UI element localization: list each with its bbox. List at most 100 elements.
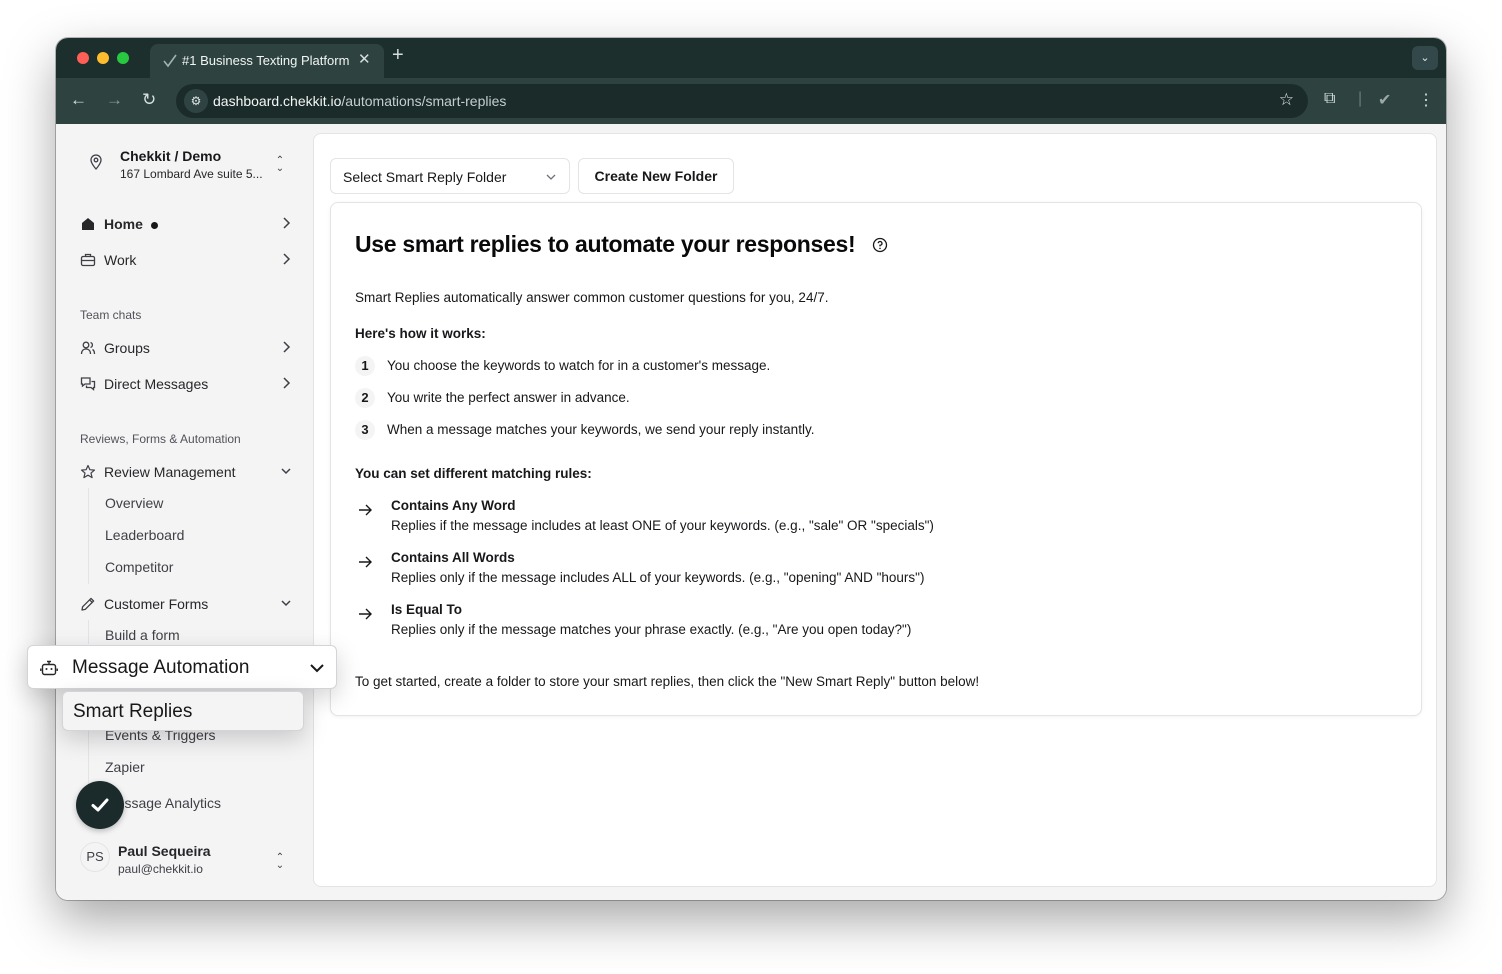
chevron-right-icon [283,341,291,353]
sidebar-subitem-build-form[interactable]: Build a form [105,627,180,643]
sidebar-item-direct-messages[interactable]: Direct Messages [80,369,292,399]
app-body: Chekkit / Demo 167 Lombard Ave suite 5..… [56,124,1446,900]
sidebar-subitem-zapier[interactable]: Zapier [105,759,145,775]
intro-text: Smart Replies automatically answer commo… [355,290,829,305]
browser-toolbar: ← → ↻ ⚙ dashboard.chekkit.io/automations… [56,78,1446,124]
sidebar-subitem-overview[interactable]: Overview [105,495,163,511]
forms-submenu-line [88,620,89,644]
main-panel: Select Smart Reply Folder Create New Fol… [313,133,1437,887]
tab-close-icon[interactable]: ✕ [358,50,371,68]
close-window-button[interactable] [77,52,89,64]
site-settings-icon[interactable]: ⚙ [184,89,208,113]
back-icon[interactable]: ← [70,90,87,110]
step-number: 3 [355,420,375,440]
chevron-down-icon [310,664,324,673]
message-automation-menu-item[interactable]: Message Automation [27,645,337,689]
browser-window: #1 Business Texting Platform ✕ + ⌄ ← → ↻… [56,38,1446,900]
bot-icon [40,660,58,676]
sidebar-subitem-leaderboard[interactable]: Leaderboard [105,527,184,543]
team-chats-section-label: Team chats [80,308,142,322]
browser-tab[interactable]: #1 Business Texting Platform ✕ [150,44,384,78]
location-switcher-icon[interactable]: ⌃ ⌄ [274,156,286,174]
smart-replies-label: Smart Replies [73,701,193,722]
briefcase-icon [80,253,96,267]
location-address: 167 Lombard Ave suite 5... [120,167,263,181]
rule-description: Replies if the message includes at least… [391,518,934,533]
toolbar-divider: | [1358,90,1363,107]
chevron-down-icon [281,468,291,475]
review-submenu-line [88,488,89,584]
profile-extension-icon[interactable]: ✔ [1378,90,1391,110]
sidebar: Chekkit / Demo 167 Lombard Ave suite 5..… [56,124,310,900]
new-tab-icon[interactable]: + [392,44,404,67]
step-number: 1 [355,356,375,376]
chevron-down-icon [281,600,291,607]
sidebar-item-review-management-label: Review Management [104,464,236,480]
page-title: Use smart replies to automate your respo… [355,231,856,257]
matching-rules-heading: You can set different matching rules: [355,466,592,481]
url-text: dashboard.chekkit.io/automations/smart-r… [213,93,506,109]
smart-replies-info-card: Use smart replies to automate your respo… [330,202,1422,716]
folder-select-label: Select Smart Reply Folder [343,169,507,185]
map-pin-icon [90,154,102,170]
browser-titlebar: #1 Business Texting Platform ✕ + ⌄ [56,38,1446,78]
smart-replies-menu-item[interactable]: Smart Replies [62,691,304,731]
bookmark-star-icon[interactable]: ☆ [1279,90,1294,110]
message-automation-label: Message Automation [72,657,250,678]
users-icon [80,341,96,355]
extensions-icon[interactable]: ⧉ [1324,90,1335,108]
home-notification-dot [151,222,158,229]
checkmark-favicon-icon [163,54,177,68]
url-host: dashboard.chekkit.io [213,93,342,109]
chevron-right-icon [283,217,291,229]
reload-icon[interactable]: ↻ [142,90,156,110]
user-name[interactable]: Paul Sequeira [118,843,211,859]
user-email: paul@chekkit.io [118,862,203,876]
sidebar-item-home[interactable]: Home [80,209,292,239]
help-circle-icon[interactable] [872,237,888,253]
forward-icon[interactable]: → [106,90,123,110]
sidebar-item-customer-forms[interactable]: Customer Forms [80,589,292,619]
avatar[interactable]: PS [80,842,110,872]
chevron-right-icon [283,377,291,389]
rule-name: Contains All Words [391,550,515,565]
address-bar[interactable]: ⚙ dashboard.chekkit.io/automations/smart… [176,84,1308,118]
sidebar-item-home-label: Home [104,216,143,232]
how-it-works-heading: Here's how it works: [355,326,486,341]
rule-description: Replies only if the message matches your… [391,622,912,637]
home-icon [82,218,94,230]
star-icon [80,464,96,479]
url-path: /automations/smart-replies [341,93,507,109]
step-text: When a message matches your keywords, we… [387,422,815,437]
reviews-section-label: Reviews, Forms & Automation [80,432,241,446]
rule-description: Replies only if the message includes ALL… [391,570,925,585]
chevron-down-icon [546,174,556,180]
rule-name: Contains Any Word [391,498,516,513]
chekkit-assistant-button[interactable] [76,781,124,829]
step-number: 2 [355,388,375,408]
arrow-right-icon [359,608,372,620]
pencil-icon [81,597,95,611]
tab-search-icon[interactable]: ⌄ [1412,46,1438,70]
sidebar-item-customer-forms-label: Customer Forms [104,596,209,612]
smart-reply-folder-select[interactable]: Select Smart Reply Folder [330,158,570,194]
messages-icon [80,377,96,391]
sidebar-item-groups[interactable]: Groups [80,333,292,363]
arrow-right-icon [359,504,372,516]
create-new-folder-button[interactable]: Create New Folder [578,158,734,194]
minimize-window-button[interactable] [97,52,109,64]
account-switcher-icon[interactable]: ⌃ ⌄ [274,853,286,871]
maximize-window-button[interactable] [117,52,129,64]
check-icon [91,798,109,812]
rule-name: Is Equal To [391,602,463,617]
browser-menu-icon[interactable]: ⋮ [1418,90,1434,110]
sidebar-item-review-management[interactable]: Review Management [80,457,292,487]
sidebar-subitem-competitor[interactable]: Competitor [105,559,173,575]
getting-started-text: To get started, create a folder to store… [355,674,980,689]
chevron-right-icon [283,253,291,265]
arrow-right-icon [359,556,372,568]
tab-title: #1 Business Texting Platform [182,53,350,68]
sidebar-item-work[interactable]: Work [80,245,292,275]
sidebar-item-work-label: Work [104,252,137,268]
location-name[interactable]: Chekkit / Demo [120,148,221,164]
